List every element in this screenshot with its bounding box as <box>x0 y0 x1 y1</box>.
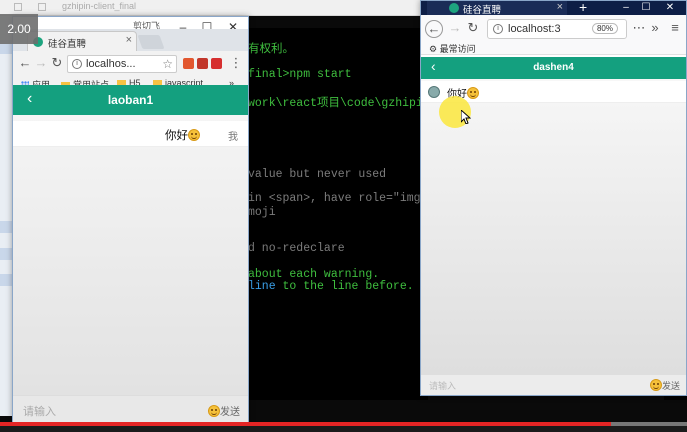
back-icon[interactable]: ← <box>17 55 33 71</box>
tab-label: 硅谷直聘 <box>463 5 502 16</box>
bookmarks-bar: ⚙ 最常访问 <box>421 41 686 55</box>
gear-icon: ⚙ <box>429 44 440 54</box>
browser-toolbar: ← → ↻ i localhost:3 80% ⋯ » ≡ <box>421 15 686 41</box>
chat-message: 你好 我 <box>13 121 248 147</box>
terminal-window[interactable]: 有权利。 final>npm start work\react项目\code\g… <box>248 28 428 400</box>
browser-tab[interactable]: 硅谷直聘 × <box>27 31 137 51</box>
terminal-line: moji <box>248 206 276 219</box>
terminal-line: value but never used <box>248 168 387 181</box>
message-input[interactable]: 请输入 <box>23 403 56 419</box>
folder-icon <box>38 3 46 11</box>
checkbox-icon <box>14 3 22 11</box>
extension-icon[interactable] <box>197 58 208 69</box>
tab-close-icon[interactable]: × <box>557 1 563 13</box>
terminal-line-highlight: line to the line before. <box>248 280 414 293</box>
forward-icon[interactable]: → <box>447 20 463 36</box>
message-text: 你好 <box>165 127 200 143</box>
url-text: localhost:3 <box>508 23 561 35</box>
chat-input-bar: 请输入 发送 <box>13 395 248 423</box>
terminal-line: in <span>, have role="img", <box>248 192 428 205</box>
chat-header: ‹ dashen4 <box>421 57 686 79</box>
menu-icon[interactable]: ⋮ <box>228 55 244 71</box>
playback-speed-badge[interactable]: 2.00 <box>0 14 38 44</box>
favicon-icon <box>449 3 459 13</box>
zoom-badge[interactable]: 80% <box>591 23 618 34</box>
forward-icon[interactable]: → <box>33 55 49 71</box>
extension-icon[interactable] <box>183 58 194 69</box>
address-bar[interactable]: i localhos... ☆ <box>67 55 177 73</box>
minimize-icon[interactable]: – <box>617 1 635 15</box>
terminal-line: work\react项目\code\gzhipin <box>248 97 428 110</box>
smile-emoji-icon <box>188 129 200 141</box>
terminal-line: final>npm start <box>248 68 352 81</box>
chat-header: ‹ laoban1 <box>13 85 248 115</box>
info-icon[interactable]: i <box>493 24 503 34</box>
send-button[interactable]: 发送 <box>649 379 680 392</box>
browser-tab[interactable]: 硅谷直聘 × <box>427 1 567 16</box>
menu-icon[interactable]: ≡ <box>667 20 683 36</box>
star-icon[interactable]: ☆ <box>162 57 173 71</box>
chat-title: dashen4 <box>533 62 574 73</box>
folder-path: gzhipin-client_final <box>62 1 137 11</box>
extension-icon[interactable] <box>211 58 222 69</box>
smile-emoji-icon <box>467 87 479 99</box>
terminal-highlight-text: line <box>248 280 276 293</box>
reload-icon[interactable]: ↻ <box>465 20 481 36</box>
message-input[interactable]: 请输入 <box>429 379 456 392</box>
chat-body <box>13 115 248 395</box>
info-icon[interactable]: i <box>72 59 82 69</box>
terminal-line: d no-redeclare <box>248 242 345 255</box>
back-icon[interactable]: ← <box>425 20 443 38</box>
new-tab-button[interactable] <box>137 35 165 49</box>
chat-title: laoban1 <box>107 93 154 107</box>
avatar <box>428 86 440 98</box>
tab-close-icon[interactable]: × <box>126 34 132 46</box>
new-tab-icon[interactable]: + <box>579 0 587 15</box>
address-bar[interactable]: i localhost:3 80% <box>487 19 627 39</box>
url-text: localhos... <box>86 58 136 70</box>
emoji-picker-icon <box>649 379 662 391</box>
terminal-line: 有权利。 <box>248 43 294 56</box>
maximize-icon[interactable]: ☐ <box>637 1 655 15</box>
player-bottom-strip <box>0 426 687 432</box>
title-bar[interactable]: 硅谷直聘 × + – ☐ ✕ <box>421 0 686 16</box>
tab-label: 硅谷直聘 <box>48 39 87 50</box>
close-icon[interactable]: ✕ <box>661 1 679 15</box>
firefox-window[interactable]: 硅谷直聘 × + – ☐ ✕ ← → ↻ i localhost:3 80% ⋯… <box>420 0 687 396</box>
chrome-window[interactable]: 剪切飞 – ☐ ✕ 硅谷直聘 × ← → ↻ i localhos... ☆ ⋮… <box>12 16 249 424</box>
tab-strip: 硅谷直聘 × <box>13 29 248 51</box>
chat-input-bar: 请输入 发送 <box>421 375 686 395</box>
browser-toolbar: ← → ↻ i localhos... ☆ ⋮ <box>13 51 248 77</box>
message-sender: 我 <box>228 132 238 143</box>
send-button[interactable]: 发送 <box>208 403 240 418</box>
reload-icon[interactable]: ↻ <box>49 55 65 71</box>
emoji-picker-icon <box>208 405 220 417</box>
bookmark-most-visited[interactable]: ⚙ 最常访问 <box>429 42 476 55</box>
more-actions-icon[interactable]: ⋯ <box>631 20 647 36</box>
overflow-icon[interactable]: » <box>647 20 663 36</box>
